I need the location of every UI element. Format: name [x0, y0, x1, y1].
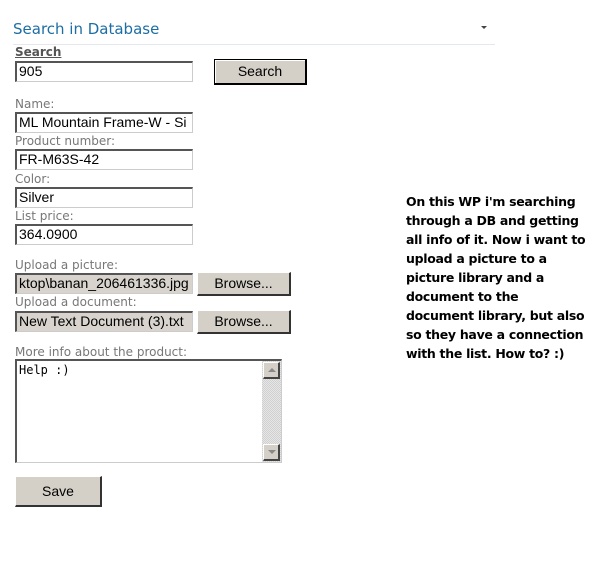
- search-button[interactable]: Search: [214, 59, 307, 85]
- name-field[interactable]: ML Mountain Frame-W - Si: [15, 112, 193, 133]
- webpart-title: Search in Database: [13, 20, 160, 38]
- product-number-field[interactable]: FR-M63S-42: [15, 149, 193, 170]
- webpart-header: Search in Database: [13, 20, 495, 45]
- chevron-down-icon[interactable]: [481, 26, 487, 29]
- search-label: Search: [15, 45, 62, 59]
- name-label: Name:: [15, 97, 55, 111]
- more-info-text: Help :): [19, 363, 70, 377]
- upload-picture-input[interactable]: ktop\banan_206461336.jpg: [15, 273, 193, 294]
- save-button[interactable]: Save: [15, 476, 102, 507]
- scroll-down-button[interactable]: [263, 444, 280, 461]
- textarea-scrollbar[interactable]: [262, 361, 281, 462]
- more-info-label: More info about the product:: [15, 345, 188, 359]
- search-input[interactable]: 905: [15, 61, 193, 82]
- browse-document-button[interactable]: Browse...: [197, 310, 291, 334]
- upload-document-label: Upload a document:: [15, 295, 137, 309]
- scroll-up-button[interactable]: [263, 362, 280, 379]
- list-price-label: List price:: [15, 209, 74, 223]
- annotation-note: On this WP i'm searching through a DB an…: [406, 194, 586, 361]
- more-info-textarea[interactable]: Help :): [15, 359, 282, 463]
- color-field[interactable]: Silver: [15, 187, 193, 208]
- upload-document-input[interactable]: New Text Document (3).txt: [15, 311, 193, 332]
- product-number-label: Product number:: [15, 134, 116, 148]
- upload-picture-label: Upload a picture:: [15, 258, 118, 272]
- list-price-field[interactable]: 364.0900: [15, 224, 193, 245]
- arrow-down-icon: [268, 450, 276, 454]
- browse-picture-button[interactable]: Browse...: [197, 272, 291, 296]
- arrow-up-icon: [268, 368, 276, 372]
- color-label: Color:: [15, 172, 51, 186]
